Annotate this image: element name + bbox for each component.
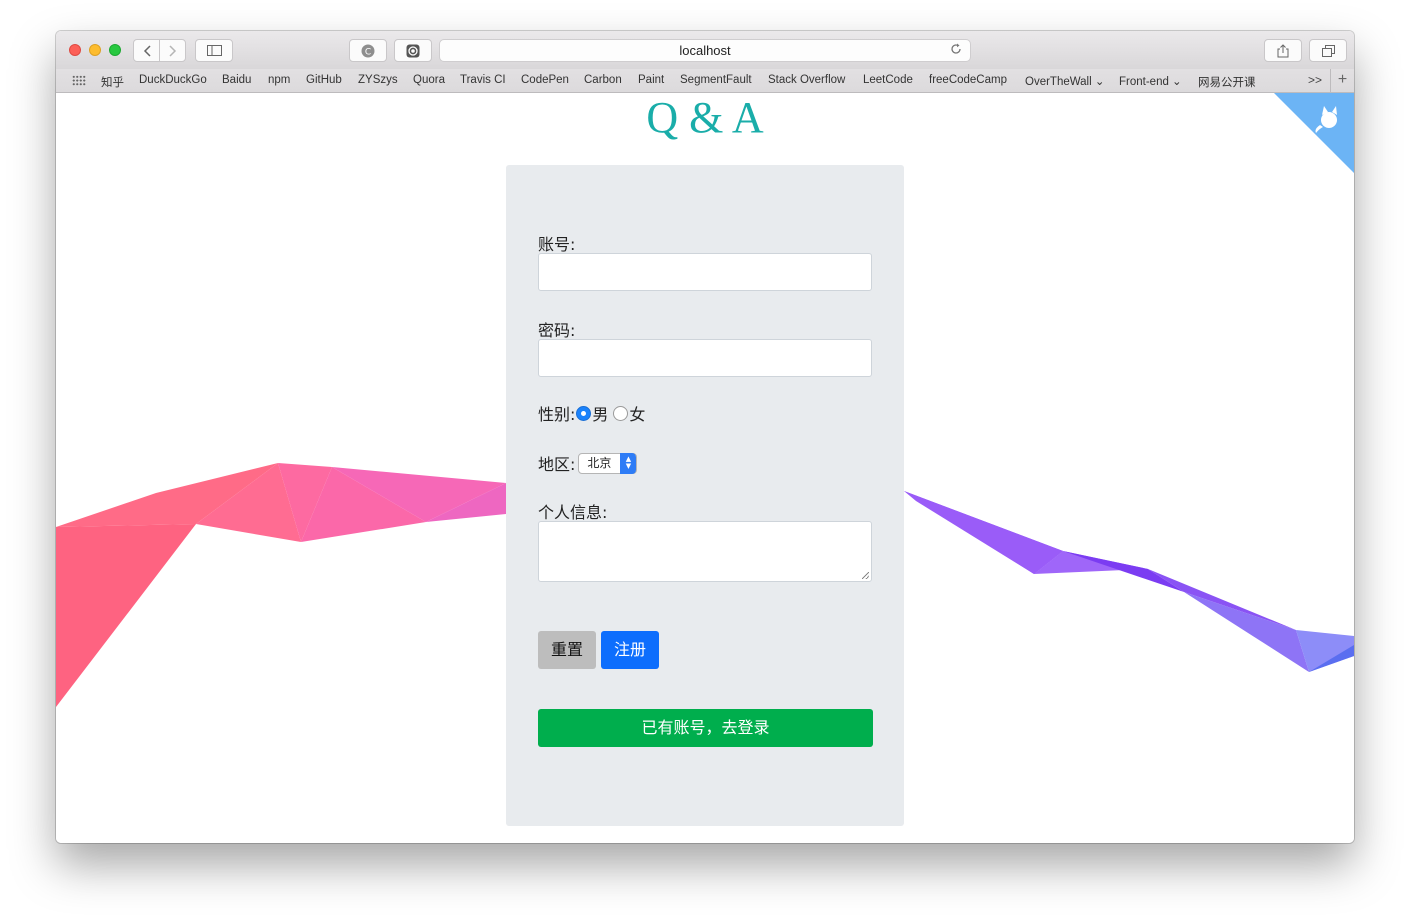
bookmark-folder-overthewall[interactable]: OverTheWall ⌄ xyxy=(1025,74,1105,88)
bookmark-travis-ci[interactable]: Travis CI xyxy=(460,74,506,86)
bookmark-duckduckgo[interactable]: DuckDuckGo xyxy=(139,74,207,86)
account-input[interactable] xyxy=(538,253,872,291)
web-page: Q & A 账号: 密码: 性别: 男 女 地区: 北京 ▲ ▼ 个人信息: 重… xyxy=(56,93,1354,843)
bookmark-quora[interactable]: Quora xyxy=(413,74,445,86)
region-label: 地区: xyxy=(538,455,576,474)
apps-grid-icon[interactable] xyxy=(72,75,86,86)
reload-icon[interactable] xyxy=(950,40,962,61)
bookmark-zyszys[interactable]: ZYSzys xyxy=(358,74,398,86)
show-sidebar-button[interactable] xyxy=(195,39,233,62)
page-title: Q & A xyxy=(646,93,764,142)
more-bookmarks-button[interactable]: >> xyxy=(1308,73,1322,87)
forward-button[interactable] xyxy=(159,40,185,61)
extension-button-2[interactable] xyxy=(394,39,432,62)
record-extension-icon xyxy=(406,44,420,57)
back-button[interactable] xyxy=(134,40,159,61)
gender-row: 性别: 男 女 xyxy=(538,401,645,425)
extension-button-1[interactable]: C xyxy=(349,39,387,62)
share-button[interactable] xyxy=(1264,39,1302,62)
bookmark-baidu[interactable]: Baidu xyxy=(222,74,251,86)
bookmark-codepen[interactable]: CodePen xyxy=(521,74,569,86)
go-login-button[interactable]: 已有账号，去登录 xyxy=(538,709,873,747)
bookmarks-bar: 知乎 DuckDuckGo Baidu npm GitHub ZYSzys Qu… xyxy=(56,69,1354,93)
bookmark-stack-overflow[interactable]: Stack Overflow xyxy=(768,74,845,86)
password-input[interactable] xyxy=(538,339,872,377)
bookmark-carbon[interactable]: Carbon xyxy=(584,74,622,86)
chevron-right-icon xyxy=(168,44,176,57)
svg-text:C: C xyxy=(365,47,371,57)
register-form-card: 账号: 密码: 性别: 男 女 地区: 北京 ▲ ▼ 个人信息: 重置 注册 已… xyxy=(506,165,904,826)
copyright-extension-icon: C xyxy=(361,44,375,57)
bookmark-leetcode[interactable]: LeetCode xyxy=(863,74,913,86)
browser-window: C localhost 知乎 DuckDuckGo Baidu npm GitH… xyxy=(56,31,1354,843)
share-icon xyxy=(1277,43,1289,57)
navigation-buttons xyxy=(133,39,186,62)
region-row: 地区: 北京 ▲ ▼ xyxy=(538,451,638,475)
password-label: 密码: xyxy=(538,321,576,340)
select-updown-icon: ▲ ▼ xyxy=(620,452,637,474)
info-label: 个人信息: xyxy=(538,503,608,522)
bookmark-zhihu[interactable]: 知乎 xyxy=(101,74,124,90)
register-button[interactable]: 注册 xyxy=(601,631,659,669)
show-all-tabs-button[interactable] xyxy=(1309,39,1347,62)
gender-female-radio[interactable] xyxy=(613,405,629,421)
zoom-window-button[interactable] xyxy=(109,44,121,56)
bookmark-paint[interactable]: Paint xyxy=(638,74,664,86)
bookmark-github[interactable]: GitHub xyxy=(306,74,342,86)
reset-button[interactable]: 重置 xyxy=(538,631,596,669)
account-label: 账号: xyxy=(538,235,576,254)
info-textarea[interactable] xyxy=(538,521,872,582)
bookmark-freecodecamp[interactable]: freeCodeCamp xyxy=(929,74,1007,86)
gender-label: 性别: xyxy=(538,405,576,424)
sidebar-icon xyxy=(206,45,222,56)
resize-grip-icon[interactable] xyxy=(862,572,869,579)
gender-male-label[interactable]: 男 xyxy=(592,401,608,425)
bookmark-segmentfault[interactable]: SegmentFault xyxy=(680,74,752,86)
region-select[interactable]: 北京 ▲ ▼ xyxy=(578,452,638,474)
bookmark-npm[interactable]: npm xyxy=(268,74,290,86)
chevron-left-icon xyxy=(143,44,151,57)
tabs-icon xyxy=(1321,44,1335,57)
gender-male-radio[interactable] xyxy=(576,405,592,421)
address-text: localhost xyxy=(679,43,731,58)
browser-toolbar: C localhost xyxy=(56,31,1354,69)
region-select-value: 北京 xyxy=(587,455,612,470)
minimize-window-button[interactable] xyxy=(89,44,101,56)
close-window-button[interactable] xyxy=(69,44,81,56)
bookmark-netease-open-course[interactable]: 网易公开课 xyxy=(1198,74,1256,90)
window-controls xyxy=(69,44,121,56)
add-tab-button[interactable]: + xyxy=(1330,69,1354,92)
address-bar[interactable]: localhost xyxy=(439,39,971,62)
bookmark-folder-front-end[interactable]: Front-end ⌄ xyxy=(1119,74,1182,88)
gender-female-label[interactable]: 女 xyxy=(629,401,645,425)
